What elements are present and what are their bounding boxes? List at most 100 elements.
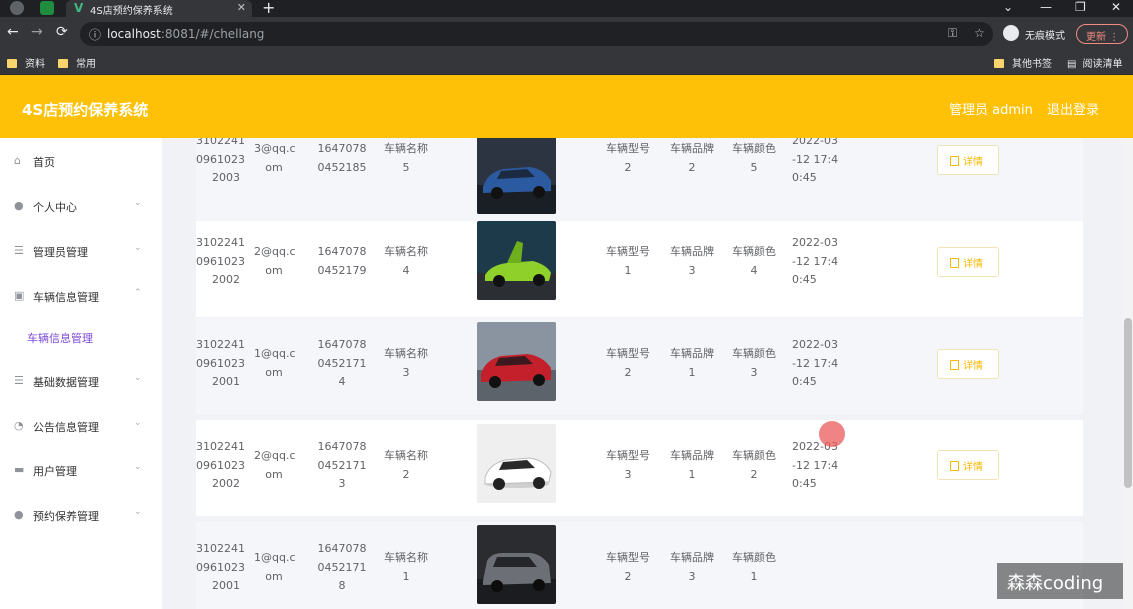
cell-line: 2 [688, 160, 696, 174]
cell-vehicle-model: 车辆型号 2 [604, 140, 652, 177]
cell-created-time: 2022-03 -12 17:4 0:45 [792, 336, 842, 392]
cell-line: 车辆品牌 [670, 551, 714, 564]
chrome-menu-icon[interactable] [10, 1, 24, 15]
detail-button[interactable]: 详情 [937, 247, 999, 277]
cell-line: 2 [624, 160, 632, 174]
cell-email: 3@qq.c om [254, 140, 296, 177]
cell-email: 1@qq.c om [254, 345, 296, 382]
cell-line: 2@qq.c [254, 245, 296, 258]
cell-line: 车辆颜色 [732, 449, 776, 462]
document-icon [950, 461, 959, 471]
cell-line: 2 [624, 569, 632, 583]
key-icon[interactable]: ⚿ [948, 26, 957, 41]
cell-line: -12 17:4 [792, 356, 839, 370]
sidebar-item-maintenance-booking[interactable]: ● 预约保养管理 ⌄ [0, 495, 162, 535]
reload-button[interactable]: ⟳ [56, 24, 68, 40]
logout-link[interactable]: 退出登录 [1047, 99, 1099, 118]
cell-account: 3102241 0961023 2001 [196, 540, 245, 596]
sidebar-item-home[interactable]: ⌂ 首页 [0, 141, 162, 181]
cell-line: 3102241 [196, 138, 245, 147]
cell-line: 3 [624, 467, 632, 481]
list-icon: ☰ [14, 374, 24, 387]
cell-line: 3@qq.c [254, 142, 296, 155]
cell-line: 车辆品牌 [670, 347, 714, 360]
cell-line: 车辆名称 [384, 449, 428, 462]
cell-line: 1647078 [317, 338, 367, 351]
sidebar-item-personal-center[interactable]: ● 个人中心 ⌄ [0, 186, 162, 226]
tab-close-icon[interactable]: ✕ [237, 1, 246, 14]
cell-line: 1647078 [317, 440, 367, 453]
bookmark-folder-ziliao[interactable]: 资料 [7, 55, 45, 70]
cell-line: 车辆名称 [384, 551, 428, 564]
cell-vehicle-color: 车辆颜色 4 [730, 243, 778, 280]
bookmark-other[interactable]: 其他书签 [994, 55, 1052, 70]
url-input[interactable]: ⓘ localhost:8081/#/chellang ⚿ ☆ [80, 22, 993, 46]
cell-line: 0961023 [196, 356, 245, 370]
folder-icon [994, 59, 1004, 68]
tab-search-icon[interactable]: ⌄ [1003, 0, 1013, 14]
close-window-button[interactable]: ✕ [1111, 0, 1121, 14]
gauge-icon: ◔ [14, 419, 24, 432]
cell-line: 2022-03 [792, 236, 838, 249]
cell-line: 1 [688, 365, 696, 379]
cell-vehicle-name: 车辆名称 4 [384, 243, 428, 280]
cell-line: 1647078 [317, 142, 367, 155]
cell-line: 2002 [212, 273, 240, 286]
bookmark-label: 资料 [25, 59, 45, 70]
forward-button[interactable]: → [31, 24, 43, 40]
sidebar-item-announcements[interactable]: ◔ 公告信息管理 ⌄ [0, 406, 162, 446]
site-info-icon[interactable]: ⓘ [89, 26, 101, 43]
cell-line: 车辆型号 [606, 551, 650, 564]
cell-phone: 1647078 0452185 [316, 140, 368, 177]
cell-created-time: 2022-03 -12 17:4 0:45 [792, 138, 842, 188]
cell-line: 5 [750, 160, 758, 174]
detail-button[interactable]: 详情 [937, 349, 999, 379]
cell-line: 1647078 [317, 542, 367, 555]
cell-vehicle-color: 车辆颜色 3 [730, 345, 778, 382]
bookmark-star-icon[interactable]: ☆ [974, 26, 985, 40]
cell-vehicle-model: 车辆型号 3 [604, 447, 652, 484]
new-tab-button[interactable]: + [262, 0, 275, 17]
cell-line: 3 [402, 365, 410, 379]
cell-line: 0452171 [317, 356, 367, 370]
sheets-tab-icon[interactable] [40, 1, 54, 15]
url-text: localhost:8081/#/chellang [107, 27, 264, 41]
chevron-down-icon: ⌄ [134, 373, 142, 383]
url-host: localhost [107, 27, 161, 41]
update-button[interactable]: 更新 ⋮ [1076, 24, 1128, 44]
cell-line: 车辆型号 [606, 449, 650, 462]
sidebar-item-label: 管理员管理 [33, 246, 88, 259]
cell-line: 3 [688, 569, 696, 583]
active-browser-tab[interactable]: V 4S店预约保养系统 ✕ [66, 0, 252, 17]
reading-list[interactable]: ▤ 阅读清单 [1067, 55, 1122, 70]
sidebar-item-label: 用户管理 [33, 465, 77, 478]
sidebar-item-admin-management[interactable]: ☰ 管理员管理 ⌄ [0, 231, 162, 271]
detail-button[interactable]: 详情 [937, 145, 999, 175]
list-icon: ☰ [14, 244, 24, 257]
mouse-cursor-highlight [819, 421, 845, 447]
bookmark-folder-changyong[interactable]: 常用 [58, 55, 96, 70]
back-button[interactable]: ← [7, 24, 19, 40]
cell-line: om [265, 160, 283, 174]
bookmark-label: 常用 [76, 59, 96, 70]
sidebar-item-vehicle-info[interactable]: ▣ 车辆信息管理 ⌃ [0, 276, 162, 316]
document-icon [950, 156, 959, 166]
minimize-button[interactable]: — [1040, 0, 1052, 14]
incognito-avatar-icon[interactable] [1003, 25, 1019, 41]
detail-button[interactable]: 详情 [937, 450, 999, 480]
cell-line: 4 [338, 375, 346, 388]
maximize-button[interactable]: ❐ [1075, 0, 1086, 14]
page-scrollbar-thumb[interactable] [1124, 318, 1132, 488]
sidebar-item-base-data[interactable]: ☰ 基础数据管理 ⌄ [0, 361, 162, 401]
person-icon: ● [14, 199, 24, 212]
cell-line: 车辆颜色 [732, 142, 776, 155]
sidebar-subitem-vehicle-info-management[interactable]: 车辆信息管理 [27, 330, 93, 346]
cell-email: 2@qq.c om [254, 243, 296, 280]
bookmarks-bar: 资料 常用 其他书签 ▤ 阅读清单 [0, 49, 1133, 75]
cell-vehicle-brand: 车辆品牌 3 [668, 549, 716, 586]
vehicle-photo-white-car [477, 424, 556, 503]
vehicle-photo-blue-car [477, 138, 556, 214]
detail-label: 详情 [963, 462, 983, 473]
sidebar-item-users[interactable]: ▬ 用户管理 ⌄ [0, 450, 162, 490]
cell-line: 2002 [212, 477, 240, 490]
